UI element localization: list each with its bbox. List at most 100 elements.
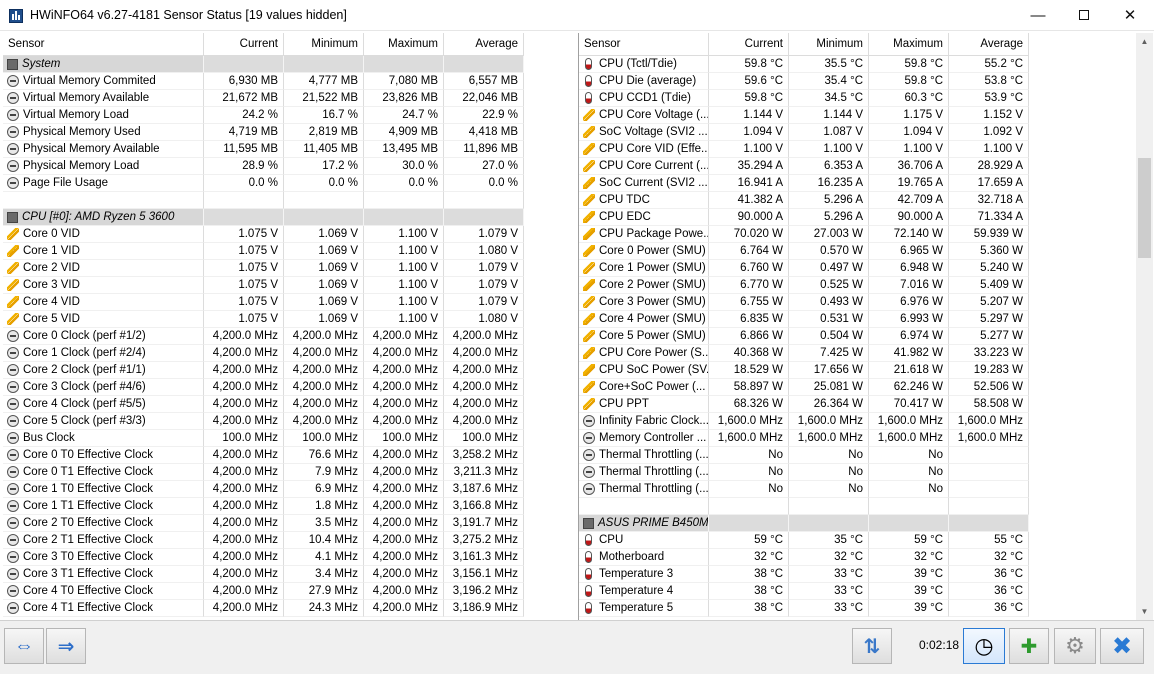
sensor-row[interactable]: Physical Memory Available 11,595 MB 11,405… <box>3 141 524 158</box>
sensor-row[interactable]: Core 4 T1 Effective Clock 4,200.0 MHz 24.3… <box>3 600 524 617</box>
sensor-row[interactable]: Virtual Memory Load 24.2 % 16.7 % 24.7 % 22.… <box>3 107 524 124</box>
scroll-down-arrow-icon[interactable]: ▼ <box>1136 603 1153 620</box>
scroll-up-arrow-icon[interactable]: ▲ <box>1136 33 1153 50</box>
sensor-row[interactable]: CPU Package Powe... 70.020 W 27.003 W 72.14… <box>579 226 1029 243</box>
value-maximum: 32 °C <box>869 549 949 566</box>
sensor-row[interactable]: Thermal Throttling (... No No No <box>579 481 1029 498</box>
sensor-row[interactable]: CPU CCD1 (Tdie) 59.8 °C 34.5 °C 60.3 °C 53.9… <box>579 90 1029 107</box>
column-header-current[interactable]: Current <box>709 33 789 56</box>
collapse-columns-button[interactable]: ⇒ <box>46 628 86 664</box>
sensor-row[interactable]: Thermal Throttling (... No No No <box>579 447 1029 464</box>
column-header-average[interactable]: Average <box>949 33 1029 56</box>
sensor-row[interactable]: Core 0 T0 Effective Clock 4,200.0 MHz 76.6… <box>3 447 524 464</box>
value-average: 71.334 A <box>949 209 1029 226</box>
column-header-maximum[interactable]: Maximum <box>364 33 444 56</box>
sensor-row[interactable]: CPU Die (average) 59.6 °C 35.4 °C 59.8 °C 53… <box>579 73 1029 90</box>
sensor-row[interactable]: CPU Core Voltage (... 1.144 V 1.144 V 1.175… <box>579 107 1029 124</box>
maximize-button[interactable] <box>1061 0 1107 30</box>
column-header-sensor[interactable]: Sensor <box>579 33 709 56</box>
right-panel-scrollbar[interactable]: ▲ ▼ <box>1136 33 1153 620</box>
close-window-button[interactable]: ✕ <box>1107 0 1153 30</box>
sensor-row[interactable]: Infinity Fabric Clock... 1,600.0 MHz 1,600… <box>579 413 1029 430</box>
sensor-row[interactable]: Core 1 T0 Effective Clock 4,200.0 MHz 6.9 … <box>3 481 524 498</box>
sensor-row[interactable]: Temperature 3 38 °C 33 °C 39 °C 36 °C <box>579 566 1029 583</box>
sensor-row[interactable]: Virtual Memory Available 21,672 MB 21,522 … <box>3 90 524 107</box>
sensor-row[interactable]: SoC Current (SVI2 ... 16.941 A 16.235 A 19.… <box>579 175 1029 192</box>
sensor-row[interactable]: Core 4 Clock (perf #5/5) 4,200.0 MHz 4,200… <box>3 396 524 413</box>
sensor-row[interactable]: CPU Core VID (Effe... 1.100 V 1.100 V 1.100… <box>579 141 1029 158</box>
sensor-row[interactable]: Core 2 Power (SMU) 6.770 W 0.525 W 7.016 W5… <box>579 277 1029 294</box>
sensor-row[interactable]: Core 5 VID 1.075 V 1.069 V 1.100 V 1.080 V <box>3 311 524 328</box>
reset-timer-button[interactable]: ◷ <box>963 628 1005 664</box>
sensor-row[interactable]: Core 4 VID 1.075 V 1.069 V 1.100 V 1.079 V <box>3 294 524 311</box>
sensor-row[interactable]: Page File Usage 0.0 % 0.0 % 0.0 % 0.0 % <box>3 175 524 192</box>
sensor-row[interactable]: CPU TDC 41.382 A 5.296 A 42.709 A 32.718 A <box>579 192 1029 209</box>
sensor-row[interactable]: Core 0 Clock (perf #1/2) 4,200.0 MHz 4,200… <box>3 328 524 345</box>
column-header-maximum[interactable]: Maximum <box>869 33 949 56</box>
sensor-group-header[interactable]: CPU [#0]: AMD Ryzen 5 3600 <box>3 209 524 226</box>
sensor-row[interactable]: Core 5 Clock (perf #3/3) 4,200.0 MHz 4,200… <box>3 413 524 430</box>
column-header-current[interactable]: Current <box>204 33 284 56</box>
sensor-row[interactable]: Memory Controller ... 1,600.0 MHz 1,600.0 … <box>579 430 1029 447</box>
expand-columns-button[interactable]: ⇔ <box>4 628 44 664</box>
sensor-row[interactable]: Core 0 Power (SMU) 6.764 W 0.570 W 6.965 W5… <box>579 243 1029 260</box>
close-sensors-button[interactable]: ✖ <box>1100 628 1144 664</box>
sensor-row[interactable]: Bus Clock 100.0 MHz 100.0 MHz 100.0 MHz 100.… <box>3 430 524 447</box>
sensor-row[interactable]: CPU PPT 68.326 W 26.364 W 70.417 W 58.508 W <box>579 396 1029 413</box>
sensor-name: Physical Memory Available <box>23 143 160 155</box>
sensor-row[interactable]: SoC Voltage (SVI2 ... 1.094 V 1.087 V 1.094… <box>579 124 1029 141</box>
sensor-row[interactable]: Core+SoC Power (... 58.897 W 25.081 W 62.24… <box>579 379 1029 396</box>
sensor-row[interactable]: Core 1 VID 1.075 V 1.069 V 1.100 V 1.080 V <box>3 243 524 260</box>
sensor-name-cell: Core 0 Clock (perf #1/2) <box>3 328 204 345</box>
left-sensor-panel[interactable]: Sensor Current Minimum Maximum Average S… <box>3 33 575 620</box>
sensor-row[interactable]: Core 3 Power (SMU) 6.755 W 0.493 W 6.976 W5… <box>579 294 1029 311</box>
column-header-minimum[interactable]: Minimum <box>284 33 364 56</box>
sensor-row[interactable]: Core 3 VID 1.075 V 1.069 V 1.100 V 1.079 V <box>3 277 524 294</box>
sensor-row[interactable]: Core 4 T0 Effective Clock 4,200.0 MHz 27.9… <box>3 583 524 600</box>
sensor-row[interactable]: Temperature 4 38 °C 33 °C 39 °C 36 °C <box>579 583 1029 600</box>
column-header-sensor[interactable]: Sensor <box>3 33 204 56</box>
sensor-row[interactable]: Physical Memory Used 4,719 MB 2,819 MB 4,90… <box>3 124 524 141</box>
right-sensor-panel[interactable]: Sensor Current Minimum Maximum Average C… <box>578 33 1153 620</box>
sensor-name: CPU <box>599 534 624 546</box>
logging-start-button[interactable]: ✚ <box>1009 628 1049 664</box>
minimize-button[interactable]: — <box>1015 0 1061 30</box>
scrollbar-thumb[interactable] <box>1138 158 1151 258</box>
network-sensors-button[interactable]: ⇅ <box>852 628 892 664</box>
value-maximum: No <box>869 481 949 498</box>
sensor-row[interactable]: Core 3 T1 Effective Clock 4,200.0 MHz 3.4 … <box>3 566 524 583</box>
sensor-row[interactable]: Temperature 5 38 °C 33 °C 39 °C 36 °C <box>579 600 1029 617</box>
sensor-row[interactable]: Core 2 VID 1.075 V 1.069 V 1.100 V 1.079 V <box>3 260 524 277</box>
sensor-row[interactable]: Core 4 Power (SMU) 6.835 W 0.531 W 6.993 W5… <box>579 311 1029 328</box>
sensor-row[interactable]: Core 1 Power (SMU) 6.760 W 0.497 W 6.948 W5… <box>579 260 1029 277</box>
sensor-row[interactable]: Core 0 T1 Effective Clock 4,200.0 MHz 7.9 … <box>3 464 524 481</box>
sensor-row[interactable]: Core 1 T1 Effective Clock 4,200.0 MHz 1.8 … <box>3 498 524 515</box>
sensor-row[interactable]: Core 2 T0 Effective Clock 4,200.0 MHz 3.5 … <box>3 515 524 532</box>
sensor-row[interactable]: Thermal Throttling (... No No No <box>579 464 1029 481</box>
sensor-row[interactable]: Core 3 Clock (perf #4/6) 4,200.0 MHz 4,200… <box>3 379 524 396</box>
sensor-row[interactable]: Core 3 T0 Effective Clock 4,200.0 MHz 4.1 … <box>3 549 524 566</box>
sensor-row[interactable]: Core 5 Power (SMU) 6.866 W 0.504 W 6.974 W5… <box>579 328 1029 345</box>
sensor-row[interactable]: Motherboard 32 °C 32 °C 32 °C 32 °C <box>579 549 1029 566</box>
sensor-row[interactable]: CPU EDC 90.000 A 5.296 A 90.000 A 71.334 A <box>579 209 1029 226</box>
sensor-row[interactable]: Physical Memory Load 28.9 % 17.2 % 30.0 % 27… <box>3 158 524 175</box>
sensor-row[interactable]: CPU Core Current (... 35.294 A 6.353 A 36.7… <box>579 158 1029 175</box>
sensor-row[interactable]: Core 1 Clock (perf #2/4) 4,200.0 MHz 4,200… <box>3 345 524 362</box>
sensor-row[interactable]: Core 0 VID 1.075 V 1.069 V 1.100 V 1.079 V <box>3 226 524 243</box>
sensor-name-cell: ASUS PRIME B450M... <box>579 515 709 532</box>
sensor-row[interactable]: Core 2 T1 Effective Clock 4,200.0 MHz 10.4… <box>3 532 524 549</box>
sensor-group-header[interactable]: System <box>3 56 524 73</box>
column-header-average[interactable]: Average <box>444 33 524 56</box>
column-header-minimum[interactable]: Minimum <box>789 33 869 56</box>
sensor-name-cell: Core 0 Power (SMU) <box>579 243 709 260</box>
sensor-row[interactable]: CPU Core Power (S... 40.368 W 7.425 W 41.98… <box>579 345 1029 362</box>
sensor-row[interactable]: CPU 59 °C 35 °C 59 °C 55 °C <box>579 532 1029 549</box>
sensor-row[interactable]: Core 2 Clock (perf #1/1) 4,200.0 MHz 4,200… <box>3 362 524 379</box>
value-current: 6.760 W <box>709 260 789 277</box>
value-current: 21,672 MB <box>204 90 284 107</box>
sensor-row[interactable]: Virtual Memory Commited 6,930 MB 4,777 MB 7… <box>3 73 524 90</box>
sensor-row[interactable]: CPU (Tctl/Tdie) 59.8 °C 35.5 °C 59.8 °C 55.2… <box>579 56 1029 73</box>
sensor-group-header[interactable]: ASUS PRIME B450M... <box>579 515 1029 532</box>
settings-button[interactable]: ⚙ <box>1054 628 1096 664</box>
sensor-row[interactable]: CPU SoC Power (SV... 18.529 W 17.656 W 21.6… <box>579 362 1029 379</box>
